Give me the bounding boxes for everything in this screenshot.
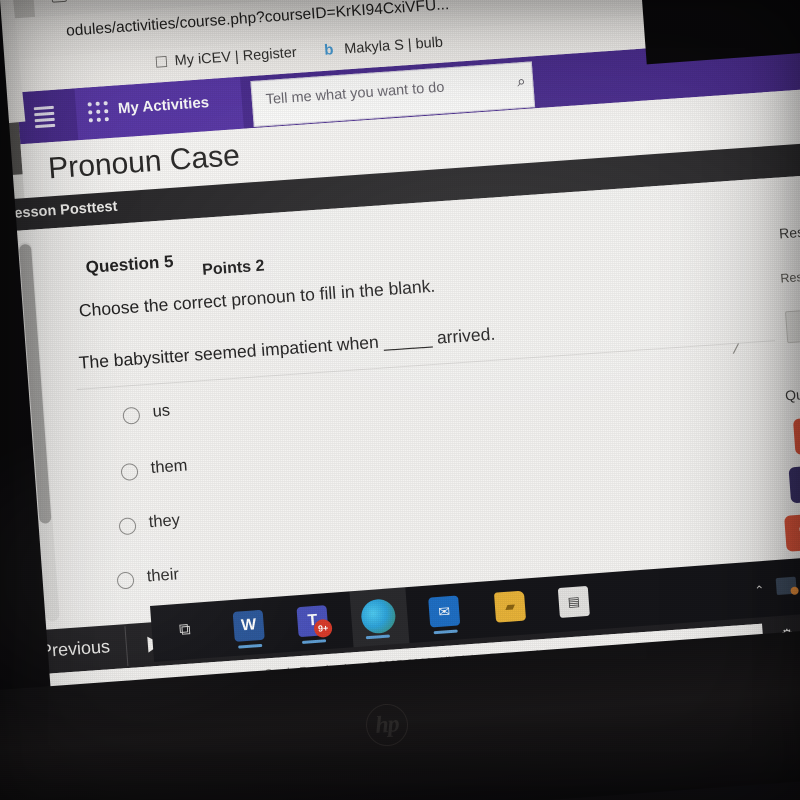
laptop-photo: odules/activities/course.php?courseID=Kr… — [0, 0, 800, 800]
answer-option-label: their — [146, 565, 180, 586]
question-tile-9[interactable]: 9 — [784, 513, 800, 552]
question-card — [0, 171, 800, 632]
task-view-icon[interactable]: ⧉ — [169, 614, 201, 646]
chevron-up-icon[interactable]: ⌃ — [754, 583, 765, 598]
edge-active-highlight — [349, 587, 410, 648]
reset-button[interactable]: Reset — [784, 304, 800, 344]
hamburger-icon[interactable] — [33, 105, 56, 129]
microsoft-store-icon[interactable]: ▤ — [557, 585, 590, 619]
word-icon[interactable]: W — [232, 609, 265, 642]
search-icon[interactable]: ⌕ — [517, 73, 527, 91]
mail-icon[interactable]: ✉ — [428, 595, 461, 628]
answer-option-label: they — [148, 511, 181, 532]
answer-option-label: us — [151, 401, 171, 421]
bookmark-icon-bulb: b — [323, 41, 335, 59]
teams-badge: 9+ — [313, 618, 333, 639]
laptop-bezel-top-right — [634, 0, 800, 65]
file-explorer-icon[interactable]: ▰ — [493, 590, 527, 623]
teams-active-underline — [301, 639, 327, 644]
reset-section-title: Reset — [778, 223, 800, 242]
mail-active-underline — [433, 629, 458, 634]
answer-option-label: them — [150, 456, 189, 477]
question-tile-5[interactable]: 5 — [788, 464, 800, 504]
tray-notification-dot — [790, 586, 799, 596]
word-active-underline — [238, 643, 263, 649]
grid-icon — [87, 101, 112, 124]
bookmark-icon-icev: ☐ — [154, 53, 169, 72]
